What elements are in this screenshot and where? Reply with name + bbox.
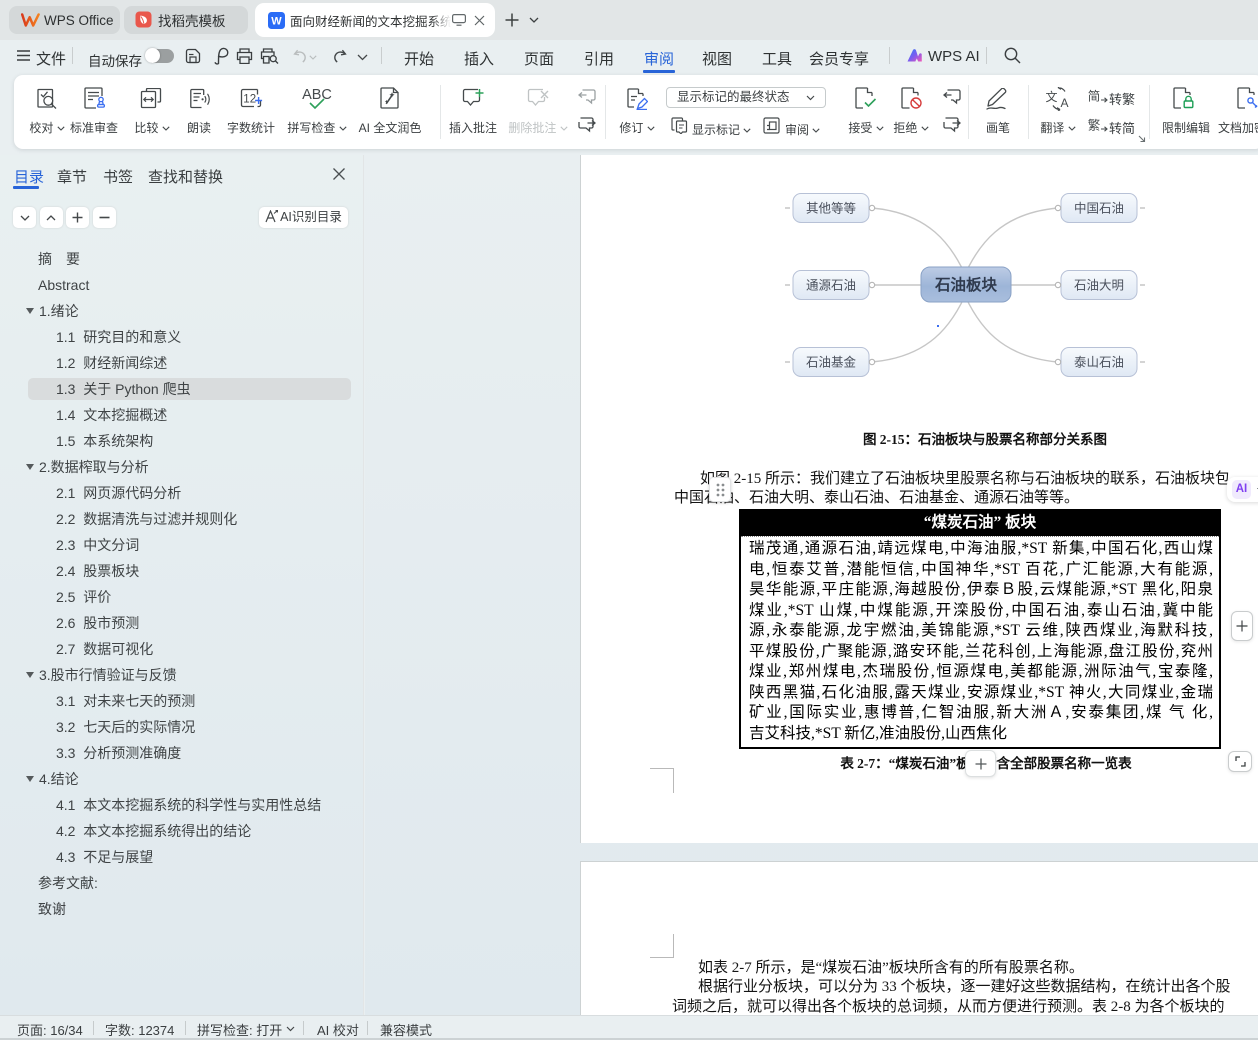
svg-text:石油大明: 石油大明 — [1074, 279, 1124, 293]
svg-text:石油板块: 石油板块 — [934, 275, 998, 294]
svg-text:文: 文 — [1046, 89, 1058, 104]
svg-text:其他等等: 其他等等 — [806, 201, 856, 216]
svg-text:W: W — [271, 16, 282, 28]
svg-text:12: 12 — [243, 94, 256, 106]
svg-text:简: 简 — [1088, 90, 1101, 104]
svg-text:繁: 繁 — [1088, 118, 1101, 133]
svg-text:通源石油: 通源石油 — [806, 279, 856, 293]
svg-text:ABC: ABC — [302, 87, 332, 103]
svg-text:泰山石油: 泰山石油 — [1074, 356, 1124, 370]
svg-text:石油基金: 石油基金 — [806, 355, 857, 370]
svg-text:A: A — [1060, 96, 1068, 110]
svg-text:中国石油: 中国石油 — [1074, 201, 1124, 216]
